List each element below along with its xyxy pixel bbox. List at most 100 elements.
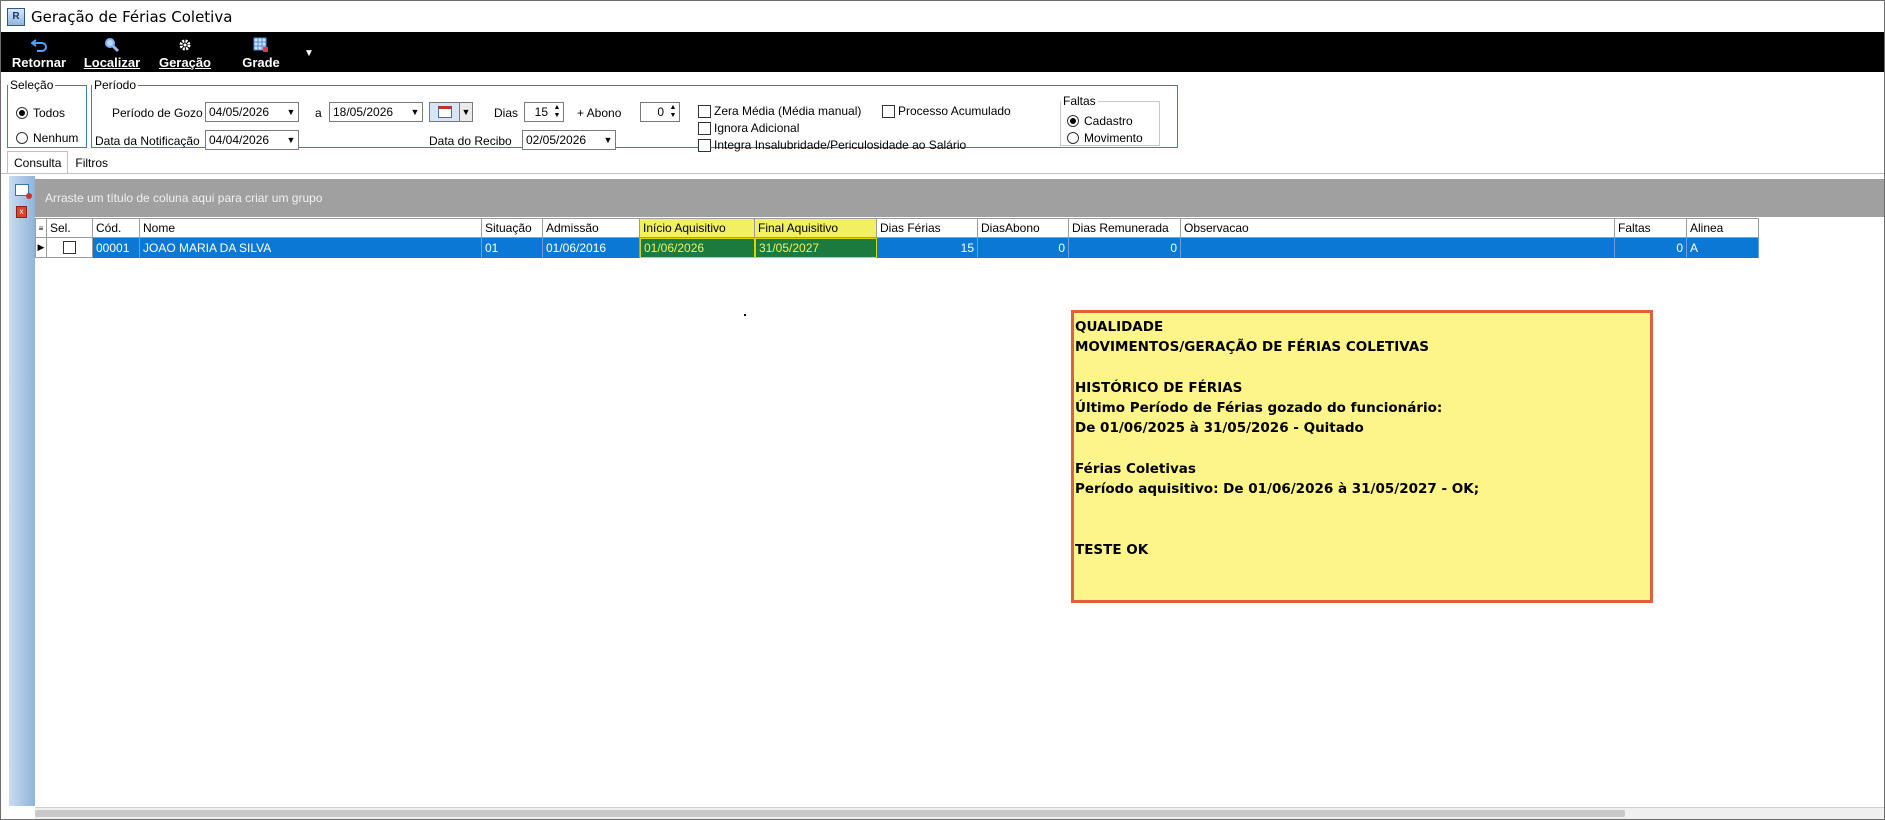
retornar-label: Retornar (11, 55, 67, 70)
grid-customize-icon[interactable] (15, 184, 32, 199)
stepper-arrows-icon[interactable]: ▲ ▼ (551, 103, 563, 121)
cell-dias-abono[interactable]: 0 (978, 238, 1069, 258)
cell-alinea[interactable]: A (1687, 238, 1759, 258)
recibo-date[interactable]: 02/05/2026 ▼ (522, 130, 616, 150)
cell-situacao[interactable]: 01 (482, 238, 543, 258)
calendar-button[interactable]: ▼ (429, 102, 473, 122)
tab-filtros[interactable]: Filtros (68, 153, 115, 173)
note-line (1075, 439, 1650, 459)
gozo-fim-date[interactable]: 18/05/2026 ▼ (329, 102, 423, 122)
tab-divider (1, 173, 1884, 174)
radio-todos[interactable]: Todos (16, 106, 65, 120)
dias-value: 15 (534, 105, 548, 119)
column-header-dias-ferias[interactable]: Dias Férias (877, 218, 978, 238)
row-indicator-icon: ▶ (35, 238, 47, 258)
cell-nome[interactable]: JOAO MARIA DA SILVA (140, 238, 482, 258)
abono-stepper[interactable]: 0 ▲ ▼ (640, 102, 680, 122)
radio-nenhum[interactable]: Nenhum (16, 131, 78, 145)
window-title: Geração de Férias Coletiva (31, 7, 233, 26)
abono-label: + Abono (577, 106, 622, 120)
checkbox-icon (882, 104, 895, 118)
clear-filter-icon[interactable]: x (16, 206, 27, 218)
cell-inicio-aquisitivo[interactable]: 01/06/2026 (640, 238, 755, 258)
checkbox-icon (698, 138, 711, 152)
cell-final-aquisitivo[interactable]: 31/05/2027 (755, 238, 877, 258)
app-icon: R (7, 7, 25, 26)
data-grid: ≡ Sel. Cód. Nome Situação Admissão Iníci… (35, 218, 1759, 258)
return-icon (31, 36, 47, 54)
radio-icon (1067, 132, 1079, 144)
chevron-down-icon: ▼ (603, 135, 613, 145)
chevron-down-icon: ▼ (410, 107, 420, 117)
faltas-group: Faltas Cadastro Movimento (1060, 94, 1160, 146)
zera-media-label: Zera Média (Média manual) (714, 104, 862, 118)
ignora-adicional-checkbox[interactable]: Ignora Adicional (698, 121, 799, 135)
column-header-alinea[interactable]: Alinea (1687, 218, 1759, 238)
column-header-observacao[interactable]: Observacao (1181, 218, 1615, 238)
cell-admissao[interactable]: 01/06/2016 (543, 238, 640, 258)
note-line (1075, 520, 1650, 540)
group-by-panel[interactable]: Arraste um título de coluna aqui para cr… (35, 179, 1884, 217)
note-line: Último Período de Férias gozado do funci… (1075, 400, 1443, 417)
cell-dias-ferias[interactable]: 15 (877, 238, 978, 258)
column-header-inicio-aquisitivo[interactable]: Início Aquisitivo (640, 218, 755, 238)
selecao-legend: Seleção (10, 78, 54, 92)
zera-media-checkbox[interactable]: Zera Média (Média manual) (698, 104, 861, 118)
gear-icon (178, 36, 192, 54)
title-bar: R Geração de Férias Coletiva (1, 1, 1884, 32)
grid-header: ≡ Sel. Cód. Nome Situação Admissão Iníci… (35, 218, 1759, 238)
scrollbar-thumb[interactable] (35, 810, 1625, 817)
note-line: Período aquisitivo: De 01/06/2026 à 31/0… (1075, 481, 1480, 498)
integra-insalubridade-checkbox[interactable]: Integra Insalubridade/Periculosidade ao … (698, 138, 966, 152)
cell-cod[interactable]: 00001 (93, 238, 140, 258)
localizar-label: Localizar (83, 55, 141, 70)
table-row[interactable]: ▶ ✔ 00001 JOAO MARIA DA SILVA 01 01/06/2… (35, 238, 1759, 258)
row-select-checkbox[interactable]: ✔ (47, 238, 93, 258)
note-line (1075, 500, 1650, 520)
ignora-adicional-label: Ignora Adicional (714, 121, 800, 135)
retornar-button[interactable]: Retornar (1, 34, 77, 72)
tab-consulta[interactable]: Consulta (7, 151, 69, 173)
column-header-faltas[interactable]: Faltas (1615, 218, 1687, 238)
column-header-dias-abono[interactable]: DiasAbono (978, 218, 1069, 238)
column-header-nome[interactable]: Nome (140, 218, 482, 238)
radio-movimento-label: Movimento (1084, 131, 1143, 145)
localizar-button[interactable]: Localizar (77, 34, 147, 72)
column-header-sel[interactable]: Sel. (47, 218, 93, 238)
toolbar-dropdown-icon[interactable]: ▼ (299, 34, 319, 72)
periodo-legend: Período (94, 78, 137, 92)
column-header-situacao[interactable]: Situação (482, 218, 543, 238)
gozo-fim-value: 18/05/2026 (333, 105, 394, 119)
cell-observacao[interactable] (1181, 238, 1615, 258)
note-line: TESTE OK (1075, 542, 1149, 559)
column-header-dias-remunerada[interactable]: Dias Remunerada (1069, 218, 1181, 238)
horizontal-scrollbar[interactable] (35, 807, 1884, 819)
column-header-admissao[interactable]: Admissão (543, 218, 640, 238)
column-header-final-aquisitivo[interactable]: Final Aquisitivo (755, 218, 877, 238)
gozo-inicio-value: 04/05/2026 (209, 105, 270, 119)
cell-faltas[interactable]: 0 (1615, 238, 1687, 258)
column-chooser-icon[interactable]: ≡ (35, 218, 47, 238)
chevron-down-icon: ▼ (286, 107, 296, 117)
processo-acumulado-checkbox[interactable]: Processo Acumulado (882, 104, 1011, 118)
radio-cadastro[interactable]: Cadastro (1067, 114, 1133, 128)
notificacao-date[interactable]: 04/04/2026 ▼ (205, 130, 299, 150)
annotation-note: QUALIDADE MOVIMENTOS/GERAÇÃO DE FÉRIAS C… (1071, 310, 1653, 603)
dias-stepper[interactable]: 15 ▲ ▼ (524, 102, 564, 122)
periodo-group: Período Período de Gozo 04/05/2026 ▼ a 1… (91, 78, 1178, 152)
stepper-arrows-icon[interactable]: ▲ ▼ (667, 103, 679, 121)
radio-movimento[interactable]: Movimento (1067, 131, 1143, 145)
column-header-cod[interactable]: Cód. (93, 218, 140, 238)
a-label: a (315, 106, 322, 120)
processo-acumulado-label: Processo Acumulado (898, 104, 1011, 118)
note-line: QUALIDADE (1075, 319, 1164, 335)
grid-icon (253, 36, 269, 54)
radio-nenhum-label: Nenhum (33, 131, 79, 145)
dias-label: Dias (494, 106, 519, 120)
cell-dias-remunerada[interactable]: 0 (1069, 238, 1181, 258)
gozo-inicio-date[interactable]: 04/05/2026 ▼ (205, 102, 299, 122)
radio-icon (16, 132, 28, 144)
grade-button[interactable]: Grade (223, 34, 299, 72)
recibo-label: Data do Recibo (429, 134, 512, 148)
geracao-button[interactable]: Geração (147, 34, 223, 72)
